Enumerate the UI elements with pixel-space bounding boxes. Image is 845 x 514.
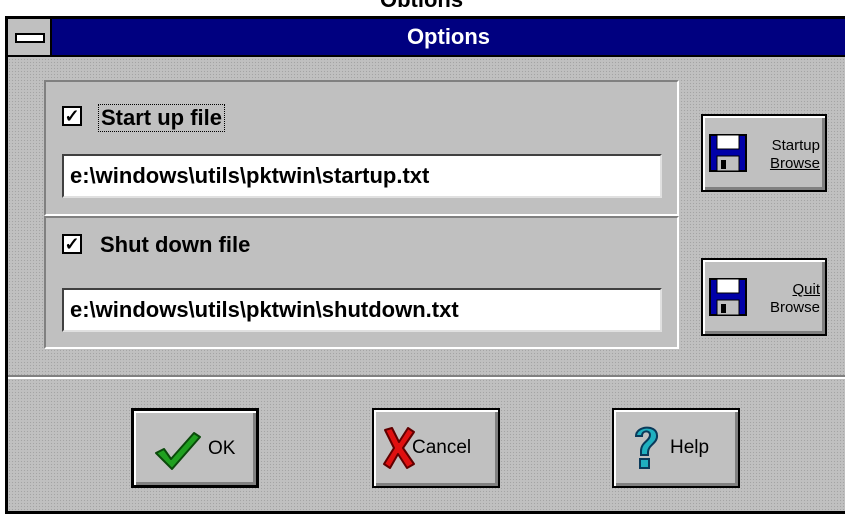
- ok-button[interactable]: OK: [131, 408, 259, 488]
- startup-file-group: ✓ Start up file e:\windows\utils\pktwin\…: [44, 80, 679, 216]
- options-dialog: Options ✓ Start up file e:\windows\utils…: [5, 16, 845, 514]
- help-label: Help: [670, 437, 710, 458]
- startup-browse-label: Startup Browse: [770, 137, 820, 173]
- startup-browse-button[interactable]: Startup Browse: [701, 114, 827, 192]
- floppy-disk-icon: [709, 278, 747, 316]
- quit-browse-label: Quit Browse: [770, 281, 820, 317]
- quit-browse-line1: Quit: [792, 281, 820, 298]
- quit-browse-line2: Browse: [769, 299, 820, 316]
- cancel-label: Cancel: [412, 437, 472, 458]
- title-bar: Options: [8, 19, 845, 57]
- startup-file-checkbox[interactable]: ✓: [62, 106, 82, 126]
- floppy-disk-icon: [709, 134, 747, 172]
- shutdown-file-checkbox[interactable]: ✓: [62, 234, 82, 254]
- shutdown-file-group: ✓ Shut down file e:\windows\utils\pktwin…: [44, 216, 679, 349]
- red-x-icon: [383, 427, 415, 469]
- background-window-title-fragment: Options: [380, 0, 500, 7]
- startup-browse-line1: Startup: [771, 137, 820, 154]
- shutdown-file-path-input[interactable]: e:\windows\utils\pktwin\shutdown.txt: [62, 288, 662, 332]
- checkmark-icon: [155, 432, 201, 470]
- startup-browse-line2: Browse: [769, 155, 820, 172]
- startup-file-label[interactable]: Start up file: [98, 104, 226, 132]
- question-mark-icon: [634, 426, 659, 469]
- system-menu-button[interactable]: [8, 19, 52, 55]
- cancel-button[interactable]: Cancel: [372, 408, 500, 488]
- system-menu-icon: [15, 33, 45, 43]
- window-title: Options: [406, 24, 491, 49]
- quit-browse-button[interactable]: Quit Browse: [701, 258, 827, 336]
- ok-label: OK: [208, 438, 236, 459]
- help-button[interactable]: Help: [612, 408, 740, 488]
- separator-line: [8, 375, 845, 379]
- shutdown-file-label[interactable]: Shut down file: [98, 232, 252, 258]
- startup-file-path-input[interactable]: e:\windows\utils\pktwin\startup.txt: [62, 154, 662, 198]
